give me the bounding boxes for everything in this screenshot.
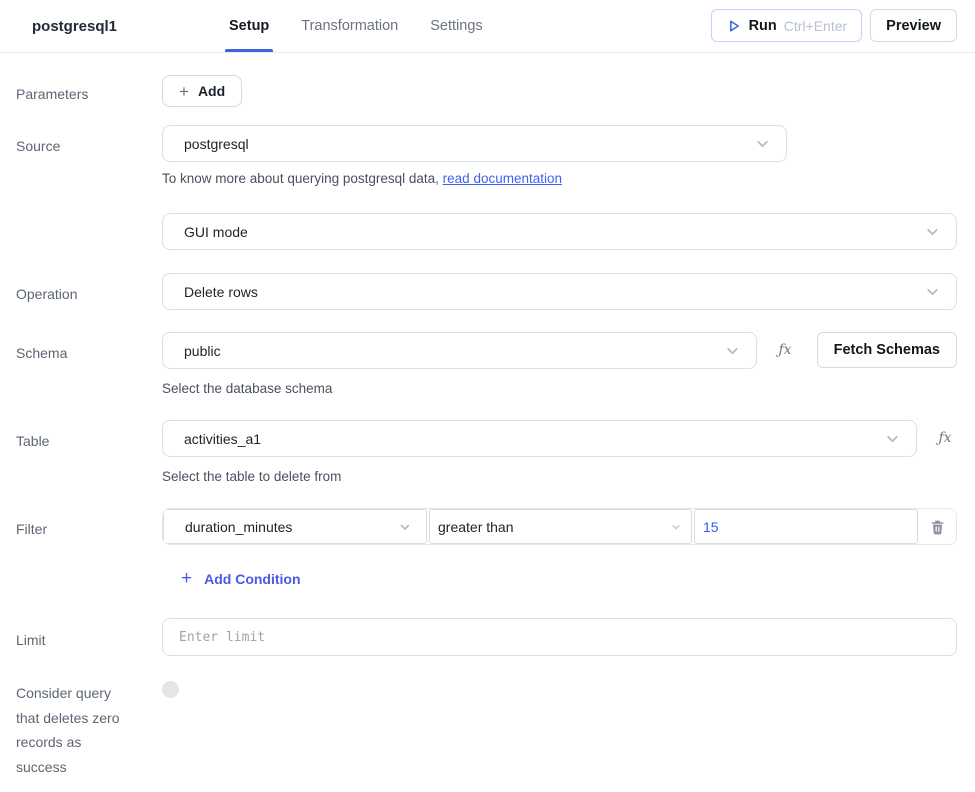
fx-icon[interactable]: ƒx — [773, 332, 797, 369]
chevron-down-icon — [755, 136, 770, 151]
add-condition-button[interactable]: + Add Condition — [181, 569, 301, 588]
schema-label: Schema — [16, 341, 134, 366]
tab-setup[interactable]: Setup — [225, 0, 273, 52]
source-row: Source postgresql To know more about que… — [0, 125, 975, 186]
tab-settings[interactable]: Settings — [426, 0, 486, 52]
plus-icon: + — [179, 83, 189, 100]
filter-value-input[interactable] — [703, 519, 909, 535]
run-shortcut: Ctrl+Enter — [784, 18, 847, 34]
chevron-down-icon — [725, 343, 740, 358]
mode-select[interactable]: GUI mode — [162, 213, 957, 250]
table-select[interactable]: activities_a1 — [162, 420, 917, 457]
play-icon — [726, 18, 742, 34]
chevron-down-icon — [925, 284, 940, 299]
parameters-label: Parameters — [16, 82, 134, 107]
schema-row: Schema public ƒx Fetch Schemas Select th… — [0, 332, 975, 396]
schema-select[interactable]: public — [162, 332, 757, 369]
filter-column-select[interactable]: duration_minutes — [163, 509, 427, 544]
filter-value-field — [694, 509, 918, 544]
filter-condition: duration_minutes greater than — [162, 508, 957, 545]
tab-transformation[interactable]: Transformation — [297, 0, 402, 52]
active-tab-underline — [225, 49, 273, 52]
preview-button[interactable]: Preview — [870, 9, 957, 42]
operation-row: Operation Delete rows — [0, 273, 975, 310]
fetch-schemas-button[interactable]: Fetch Schemas — [817, 332, 957, 368]
query-title: postgresql1 — [32, 18, 192, 35]
query-editor-panel: postgresql1 Setup Transformation Setting… — [0, 0, 975, 792]
table-label: Table — [16, 429, 134, 454]
operation-select[interactable]: Delete rows — [162, 273, 957, 310]
table-row: Table activities_a1 ƒx Select the table … — [0, 420, 975, 484]
limit-row: Limit — [0, 618, 975, 656]
parameters-row: Parameters + Add — [0, 75, 975, 107]
limit-label: Limit — [16, 628, 134, 653]
chevron-down-icon — [670, 521, 682, 533]
filter-row: Filter duration_minutes greater than — [0, 508, 975, 589]
trash-icon — [930, 519, 945, 535]
limit-input[interactable] — [162, 618, 957, 656]
zero-records-toggle[interactable] — [162, 681, 179, 698]
chevron-down-icon — [398, 520, 412, 534]
run-button[interactable]: Run Ctrl+Enter — [711, 9, 863, 42]
operation-label: Operation — [16, 282, 134, 307]
chevron-down-icon — [925, 224, 940, 239]
read-documentation-link[interactable]: read documentation — [443, 171, 562, 186]
filter-label: Filter — [16, 517, 134, 542]
source-label: Source — [16, 134, 134, 159]
zero-records-row: Consider query that deletes zero records… — [0, 679, 975, 779]
delete-condition-button[interactable] — [918, 509, 956, 544]
table-help-text: Select the table to delete from — [162, 469, 957, 484]
header-actions: Run Ctrl+Enter Preview — [711, 9, 957, 42]
mode-row: GUI mode — [0, 213, 975, 250]
plus-icon: + — [181, 569, 192, 588]
zero-records-label: Consider query that deletes zero records… — [16, 681, 134, 779]
add-parameter-button[interactable]: + Add — [162, 75, 242, 107]
source-select[interactable]: postgresql — [162, 125, 787, 162]
header: postgresql1 Setup Transformation Setting… — [0, 0, 975, 53]
filter-operator-select[interactable]: greater than — [429, 509, 692, 544]
chevron-down-icon — [885, 431, 900, 446]
source-help-text: To know more about querying postgresql d… — [162, 171, 787, 186]
fx-icon[interactable]: ƒx — [933, 420, 957, 457]
tab-bar: Setup Transformation Settings — [225, 0, 511, 52]
schema-help-text: Select the database schema — [162, 381, 957, 396]
